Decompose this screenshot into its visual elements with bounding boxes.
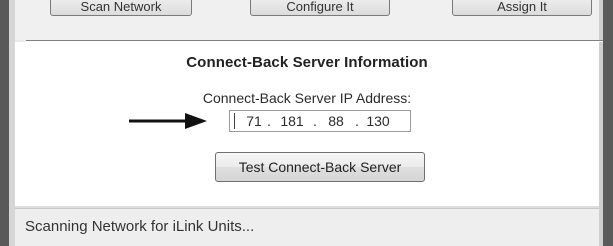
ip-dot: . [313, 113, 317, 129]
configure-button[interactable]: Configure It [250, 0, 390, 16]
application-window: Scan Network Configure It Assign It Conn… [0, 0, 613, 246]
status-text: Scanning Network for iLink Units... [25, 218, 255, 235]
window-right-border [603, 0, 613, 246]
ip-dot: . [267, 113, 271, 129]
ip-address-field[interactable]: 71 . 181 . 88 . 130 [229, 110, 411, 132]
ip-address-label: Connect-Back Server IP Address: [202, 90, 412, 106]
ip-octet-1[interactable]: 71 [243, 113, 265, 129]
arrow-right-icon [129, 113, 207, 129]
assign-button[interactable]: Assign It [452, 0, 592, 16]
ip-octet-2[interactable]: 181 [273, 113, 311, 129]
window-left-border [0, 0, 9, 246]
scan-network-button[interactable]: Scan Network [50, 0, 192, 16]
test-connect-back-server-button[interactable]: Test Connect-Back Server [215, 152, 425, 182]
ip-octet-3[interactable]: 88 [319, 113, 353, 129]
section-title: Connect-Back Server Information [186, 54, 428, 71]
status-bar: Scanning Network for iLink Units... [15, 208, 599, 246]
toolbar-area: Scan Network Configure It Assign It [15, 0, 599, 40]
text-caret [234, 113, 235, 129]
ip-dot: . [355, 113, 359, 129]
ip-octet-4[interactable]: 130 [361, 113, 395, 129]
connect-back-panel: Connect-Back Server Information Connect-… [15, 42, 599, 208]
window-right-border-inner [599, 0, 603, 246]
